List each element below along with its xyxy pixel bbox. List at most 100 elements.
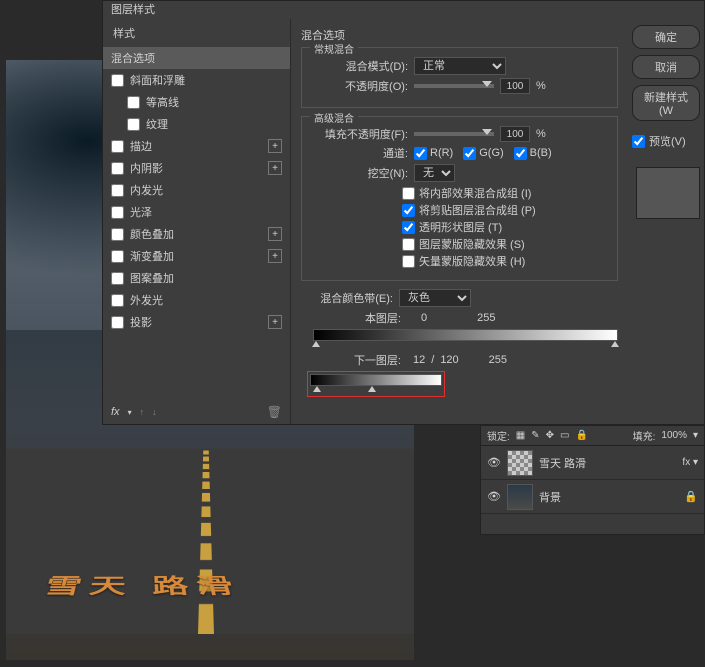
transparency-shapes-checkbox[interactable]: 透明形状图层 (T) — [402, 219, 607, 235]
style-checkbox[interactable] — [111, 184, 124, 197]
add-effect-icon[interactable]: + — [268, 227, 282, 241]
channels-label: 通道: — [312, 145, 408, 161]
channel-g[interactable]: G(G) — [463, 147, 503, 160]
layer-name[interactable]: 背景 — [539, 489, 561, 505]
blend-interior-checkbox[interactable]: 将内部效果混合成组 (I) — [402, 185, 607, 201]
style-item[interactable]: 斜面和浮雕 — [103, 69, 290, 91]
highlighted-slider-area — [307, 371, 445, 397]
style-item[interactable]: 投影 + — [103, 311, 290, 333]
fill-opacity-input[interactable] — [500, 126, 530, 142]
add-effect-icon[interactable]: + — [268, 249, 282, 263]
style-label: 颜色叠加 — [130, 226, 174, 242]
fill-opacity-slider[interactable] — [414, 132, 494, 136]
style-checkbox[interactable] — [111, 206, 124, 219]
preview-checkbox[interactable]: 预览(V) — [632, 133, 700, 149]
trash-icon[interactable]: 🗑 — [267, 405, 282, 419]
style-checkbox[interactable] — [111, 228, 124, 241]
style-checkbox[interactable] — [111, 316, 124, 329]
styles-header: 样式 — [103, 19, 290, 47]
knockout-label: 挖空(N): — [312, 165, 408, 181]
style-label: 外发光 — [130, 292, 163, 308]
layer-row[interactable]: 👁 雪天 路滑 fx ▾ — [481, 446, 704, 480]
style-label: 渐变叠加 — [130, 248, 174, 264]
fill-dropdown-icon[interactable]: ▾ — [693, 430, 698, 441]
lock-move-icon[interactable]: ✥ — [546, 430, 554, 441]
style-item[interactable]: 渐变叠加 + — [103, 245, 290, 267]
ul-v2: 255 — [489, 354, 507, 366]
style-label: 内阴影 — [130, 160, 163, 176]
fill-opacity-label: 填充不透明度(F): — [312, 126, 408, 142]
preview-swatch — [636, 167, 700, 219]
knockout-select[interactable]: 无 — [414, 164, 455, 182]
options-column: 混合选项 常规混合 混合模式(D): 正常 不透明度(O): % — [291, 19, 628, 424]
blend-if-select[interactable]: 灰色 — [399, 289, 471, 307]
style-checkbox[interactable] — [127, 118, 140, 131]
add-effect-icon[interactable]: + — [268, 139, 282, 153]
fill-label: 填充: — [633, 428, 656, 443]
layers-panel: 锁定: ▦ ✎ ✥ ▭ 🔒 填充: 100% ▾ 👁 雪天 路滑 fx ▾ 👁 … — [480, 425, 705, 535]
this-black: 0 — [421, 312, 427, 324]
fx-dropdown-icon[interactable]: ▾ — [128, 408, 132, 417]
channel-b[interactable]: B(B) — [514, 147, 552, 160]
style-checkbox[interactable] — [111, 294, 124, 307]
vector-mask-hides-checkbox[interactable]: 矢量蒙版隐藏效果 (H) — [402, 253, 607, 269]
blend-mode-select[interactable]: 正常 — [414, 57, 506, 75]
layer-row[interactable]: 👁 背景 🔒 — [481, 480, 704, 514]
add-effect-icon[interactable]: + — [268, 161, 282, 175]
ok-button[interactable]: 确定 — [632, 25, 700, 49]
cancel-button[interactable]: 取消 — [632, 55, 700, 79]
add-effect-icon[interactable]: + — [268, 315, 282, 329]
this-layer-slider[interactable] — [313, 329, 618, 349]
style-label: 投影 — [130, 314, 152, 330]
style-checkbox[interactable] — [111, 140, 124, 153]
lock-all-icon[interactable]: 🔒 — [575, 430, 587, 441]
lock-brush-icon[interactable]: ✎ — [531, 430, 539, 441]
fx-menu[interactable]: fx — [111, 406, 120, 418]
underlying-layer-slider[interactable] — [310, 374, 442, 394]
style-checkbox[interactable] — [111, 250, 124, 263]
move-down-icon[interactable]: ↓ — [152, 407, 157, 417]
style-checkbox[interactable] — [111, 272, 124, 285]
style-item[interactable]: 图案叠加 — [103, 267, 290, 289]
general-group-label: 常规混合 — [310, 41, 358, 56]
style-item[interactable]: 外发光 — [103, 289, 290, 311]
fill-value: 100% — [661, 430, 687, 441]
fx-badge[interactable]: fx ▾ — [682, 457, 698, 468]
lock-icon: 🔒 — [684, 490, 698, 503]
style-label: 内发光 — [130, 182, 163, 198]
ul-v0: 12 — [413, 354, 425, 366]
blend-clipped-checkbox[interactable]: 将剪贴图层混合成组 (P) — [402, 202, 607, 218]
visibility-icon[interactable]: 👁 — [487, 456, 501, 469]
layer-mask-hides-checkbox[interactable]: 图层蒙版隐藏效果 (S) — [402, 236, 607, 252]
style-item[interactable]: 等高线 — [103, 91, 290, 113]
ul-v1: 120 — [440, 354, 458, 366]
style-label: 描边 — [130, 138, 152, 154]
style-label: 斜面和浮雕 — [130, 72, 185, 88]
lock-artboard-icon[interactable]: ▭ — [560, 430, 569, 441]
style-item[interactable]: 光泽 — [103, 201, 290, 223]
style-item[interactable]: 内发光 — [103, 179, 290, 201]
advanced-group-label: 高级混合 — [310, 110, 358, 125]
style-label: 等高线 — [146, 94, 179, 110]
style-checkbox[interactable] — [111, 162, 124, 175]
styles-column: 样式 混合选项 斜面和浮雕等高线纹理描边 + 内阴影 + 内发光光泽颜色叠加 + 渐变叠加 +… — [103, 19, 291, 424]
style-checkbox[interactable] — [111, 74, 124, 87]
style-checkbox[interactable] — [127, 96, 140, 109]
style-item[interactable]: 内阴影 + — [103, 157, 290, 179]
visibility-icon[interactable]: 👁 — [487, 490, 501, 503]
layer-name[interactable]: 雪天 路滑 — [539, 455, 586, 471]
blending-options-row[interactable]: 混合选项 — [103, 47, 290, 69]
style-item[interactable]: 纹理 — [103, 113, 290, 135]
style-item[interactable]: 描边 + — [103, 135, 290, 157]
opacity-input[interactable] — [500, 78, 530, 94]
opacity-slider[interactable] — [414, 84, 494, 88]
move-up-icon[interactable]: ↑ — [140, 407, 145, 417]
blend-if-section: 混合颜色带(E): 灰色 本图层: 0 255 下一图层: — [301, 289, 618, 397]
style-item[interactable]: 颜色叠加 + — [103, 223, 290, 245]
channel-r[interactable]: R(R) — [414, 147, 453, 160]
style-label: 光泽 — [130, 204, 152, 220]
lock-pixels-icon[interactable]: ▦ — [516, 430, 525, 441]
opacity-label: 不透明度(O): — [312, 78, 408, 94]
general-blending-group: 常规混合 混合模式(D): 正常 不透明度(O): % — [301, 47, 618, 108]
new-style-button[interactable]: 新建样式(W — [632, 85, 700, 121]
